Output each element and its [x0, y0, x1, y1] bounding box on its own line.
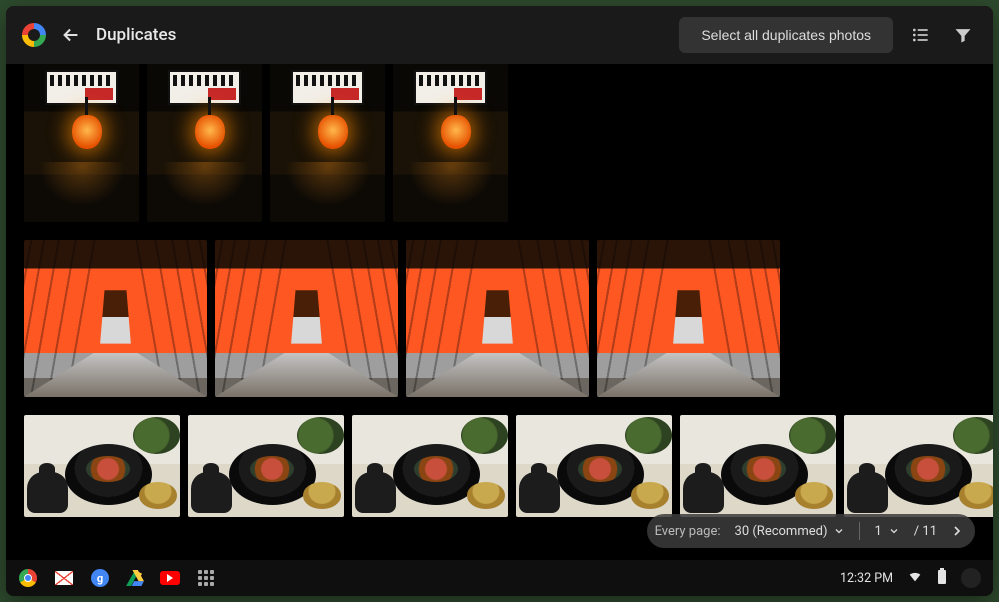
back-button[interactable] [60, 24, 82, 46]
current-page-value: 1 [874, 524, 881, 539]
next-page-button[interactable] [947, 521, 967, 541]
drive-icon [126, 570, 144, 586]
google-icon: g [91, 569, 109, 587]
page-number-select[interactable]: 1 [870, 524, 903, 539]
gmail-icon [55, 571, 73, 585]
user-avatar[interactable] [961, 568, 981, 588]
photo-thumbnail[interactable] [188, 415, 344, 517]
divider [859, 522, 860, 540]
list-view-button[interactable] [907, 21, 935, 49]
photo-thumbnail[interactable] [844, 415, 993, 517]
pagination-bar: Every page: 30 (Recommed) 1 / 11 [647, 514, 975, 548]
chrome-icon [19, 569, 37, 587]
clock[interactable]: 12:32 PM [840, 571, 893, 586]
list-icon [911, 25, 931, 45]
select-all-duplicates-button[interactable]: Select all duplicates photos [679, 17, 893, 53]
chevron-down-icon [888, 525, 900, 537]
youtube-icon [160, 571, 180, 585]
filter-button[interactable] [949, 21, 977, 49]
apps-grid-icon [198, 570, 214, 586]
photo-thumbnail[interactable] [147, 64, 262, 222]
titlebar: Duplicates Select all duplicates photos [6, 6, 993, 64]
taskbar-app-gmail[interactable] [54, 568, 74, 588]
photo-thumbnail[interactable] [270, 64, 385, 222]
wifi-status[interactable] [907, 568, 923, 588]
wifi-icon [907, 568, 923, 584]
app-window: Duplicates Select all duplicates photos [6, 6, 993, 596]
taskbar-app-google[interactable]: g [90, 568, 110, 588]
filter-icon [953, 25, 973, 45]
arrow-left-icon [60, 24, 82, 46]
page-title: Duplicates [96, 25, 176, 45]
photo-thumbnail[interactable] [516, 415, 672, 517]
photo-thumbnail[interactable] [24, 240, 207, 397]
taskbar-app-launcher[interactable] [196, 568, 216, 588]
page-size-select[interactable]: 30 (Recommed) [731, 524, 850, 539]
photo-thumbnail[interactable] [352, 415, 508, 517]
page-size-value: 30 (Recommed) [735, 524, 828, 539]
photo-thumbnail[interactable] [24, 415, 180, 517]
app-logo-icon [22, 23, 46, 47]
taskbar: g 12:32 PM [6, 560, 993, 596]
total-pages-label: / 11 [914, 524, 937, 539]
battery-status[interactable] [937, 568, 947, 588]
chevron-down-icon [833, 525, 845, 537]
photo-thumbnail[interactable] [680, 415, 836, 517]
taskbar-app-drive[interactable] [126, 570, 144, 586]
photo-thumbnail[interactable] [597, 240, 780, 397]
duplicate-group [24, 240, 993, 397]
photo-thumbnail[interactable] [24, 64, 139, 222]
duplicate-group [24, 64, 993, 222]
duplicates-grid: Every page: 30 (Recommed) 1 / 11 [6, 64, 993, 560]
page-size-label: Every page: [655, 524, 721, 539]
photo-thumbnail[interactable] [406, 240, 589, 397]
duplicate-group [24, 415, 993, 517]
battery-icon [937, 568, 947, 584]
taskbar-app-youtube[interactable] [160, 568, 180, 588]
photo-thumbnail[interactable] [215, 240, 398, 397]
photo-thumbnail[interactable] [393, 64, 508, 222]
taskbar-app-chrome[interactable] [18, 568, 38, 588]
chevron-right-icon [949, 523, 965, 539]
